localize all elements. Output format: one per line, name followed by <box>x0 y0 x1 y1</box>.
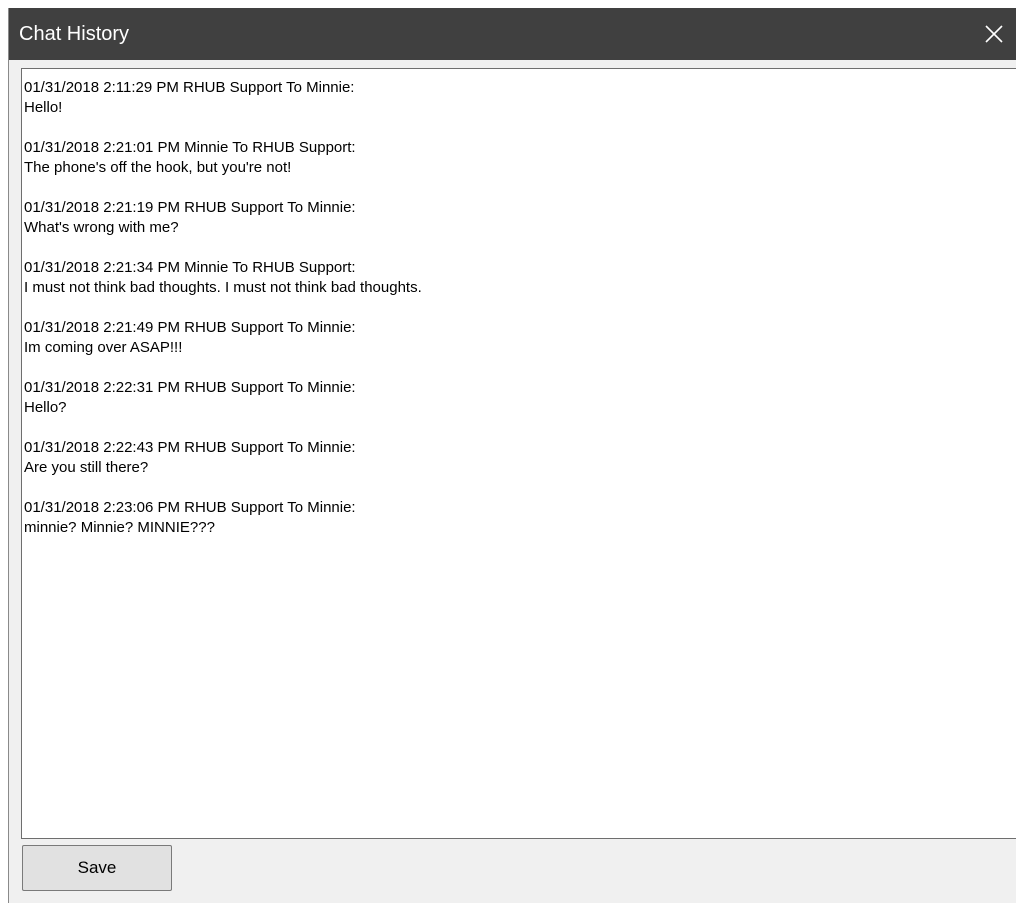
message-header: 01/31/2018 2:11:29 PM RHUB Support To Mi… <box>24 79 355 96</box>
message-header: 01/31/2018 2:23:06 PM RHUB Support To Mi… <box>24 499 356 516</box>
message-header: 01/31/2018 2:21:01 PM Minnie To RHUB Sup… <box>24 139 356 156</box>
message-header: 01/31/2018 2:22:31 PM RHUB Support To Mi… <box>24 379 356 396</box>
message-text: I must not think bad thoughts. I must no… <box>24 279 422 296</box>
message-text: minnie? Minnie? MINNIE??? <box>24 519 215 536</box>
chat-message: 01/31/2018 2:21:19 PM RHUB Support To Mi… <box>24 198 1016 238</box>
window-title: Chat History <box>19 23 130 45</box>
chat-history-textarea[interactable]: 01/31/2018 2:11:29 PM RHUB Support To Mi… <box>21 68 1016 839</box>
chat-history-window: Chat History 01/31/2018 2:11:29 PM RHUB … <box>8 8 1016 903</box>
message-text: Hello! <box>24 99 63 116</box>
message-header: 01/31/2018 2:22:43 PM RHUB Support To Mi… <box>24 439 356 456</box>
message-header: 01/31/2018 2:21:19 PM RHUB Support To Mi… <box>24 199 356 216</box>
message-text: Are you still there? <box>24 459 149 476</box>
message-header: 01/31/2018 2:21:49 PM RHUB Support To Mi… <box>24 319 356 336</box>
close-icon <box>985 25 1003 43</box>
message-text: Hello? <box>24 399 67 416</box>
message-text: Im coming over ASAP!!! <box>24 339 183 356</box>
chat-message: 01/31/2018 2:21:01 PM Minnie To RHUB Sup… <box>24 138 1016 178</box>
chat-message: 01/31/2018 2:22:43 PM RHUB Support To Mi… <box>24 438 1016 478</box>
title-bar[interactable]: Chat History <box>9 8 1016 60</box>
chat-message: 01/31/2018 2:11:29 PM RHUB Support To Mi… <box>24 78 1016 118</box>
message-text: What's wrong with me? <box>24 219 179 236</box>
message-text: The phone's off the hook, but you're not… <box>24 159 292 176</box>
chat-message: 01/31/2018 2:23:06 PM RHUB Support To Mi… <box>24 498 1016 538</box>
chat-message: 01/31/2018 2:21:34 PM Minnie To RHUB Sup… <box>24 258 1016 298</box>
close-button[interactable] <box>971 8 1016 60</box>
save-button[interactable]: Save <box>22 845 172 891</box>
message-list: 01/31/2018 2:11:29 PM RHUB Support To Mi… <box>22 69 1016 538</box>
chat-message: 01/31/2018 2:22:31 PM RHUB Support To Mi… <box>24 378 1016 418</box>
message-header: 01/31/2018 2:21:34 PM Minnie To RHUB Sup… <box>24 259 356 276</box>
chat-message: 01/31/2018 2:21:49 PM RHUB Support To Mi… <box>24 318 1016 358</box>
